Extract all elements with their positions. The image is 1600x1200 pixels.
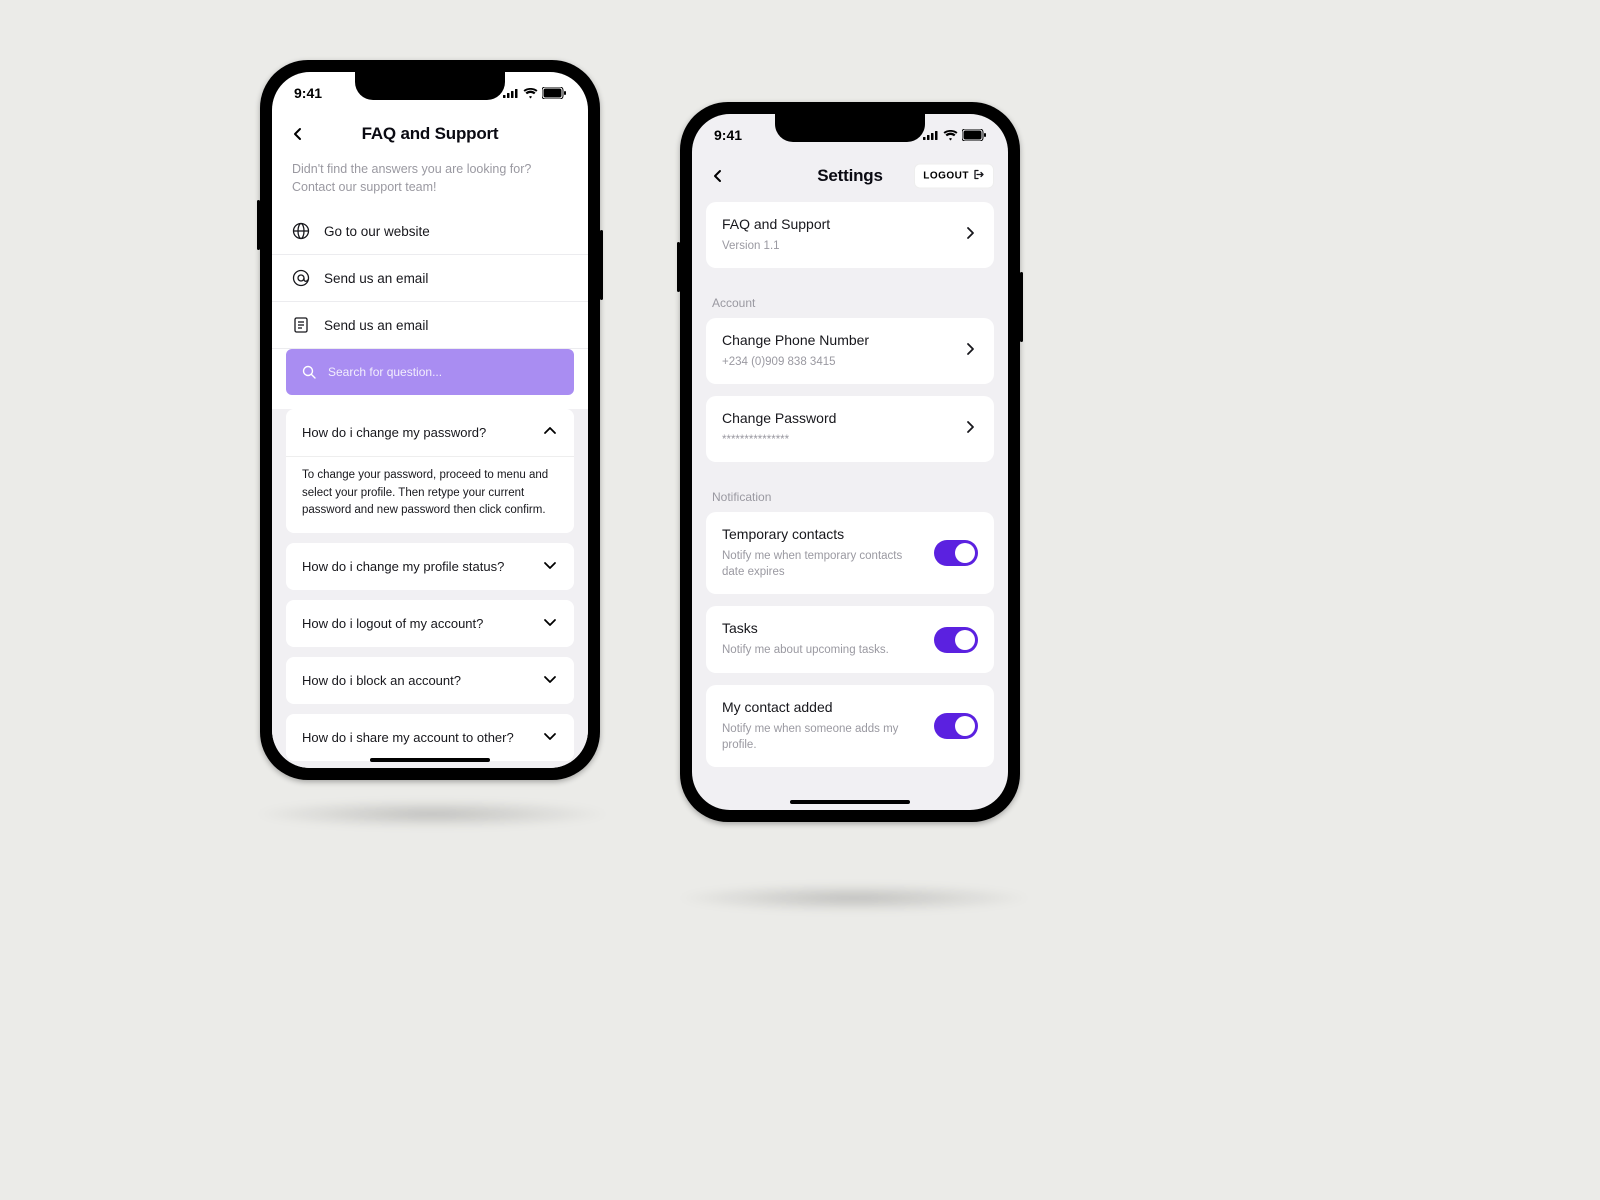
faq-search-input[interactable]: [328, 365, 560, 379]
globe-icon: [292, 222, 310, 240]
phone-frame-settings: 9:41 Settings LOGOUT FAQ and Support: [680, 102, 1020, 822]
logout-icon: [973, 169, 985, 184]
link-label: Send us an email: [324, 318, 428, 333]
wifi-icon: [523, 88, 538, 99]
page-title: FAQ and Support: [362, 124, 499, 144]
at-icon: [292, 269, 310, 287]
faq-question-toggle[interactable]: How do i change my profile status?: [286, 543, 574, 590]
back-button[interactable]: [706, 164, 730, 188]
signal-icon: [503, 88, 519, 98]
screen-settings: 9:41 Settings LOGOUT FAQ and Support: [692, 114, 1008, 810]
back-button[interactable]: [286, 122, 310, 146]
link-website[interactable]: Go to our website: [272, 208, 588, 255]
status-time: 9:41: [294, 85, 322, 101]
card-subtitle: ***************: [722, 432, 950, 448]
document-icon: [292, 316, 310, 334]
faq-question-toggle[interactable]: How do i share my account to other?: [286, 714, 574, 761]
faq-item-open: How do i change my password? To change y…: [286, 409, 574, 533]
toggle-switch[interactable]: [934, 540, 978, 566]
card-title: Temporary contacts: [722, 526, 922, 542]
status-icons: [503, 87, 566, 99]
toggle-tasks: Tasks Notify me about upcoming tasks.: [706, 606, 994, 672]
titlebar-settings: Settings LOGOUT: [692, 156, 1008, 196]
wifi-icon: [943, 130, 958, 141]
battery-icon: [962, 129, 986, 141]
screen-faq: 9:41 FAQ and Support Didn't find the ans…: [272, 72, 588, 768]
settings-item-password[interactable]: Change Password ***************: [706, 396, 994, 462]
phone-frame-faq: 9:41 FAQ and Support Didn't find the ans…: [260, 60, 600, 780]
faq-list: How do i change my password? To change y…: [272, 409, 588, 768]
faq-question: How do i share my account to other?: [302, 730, 514, 745]
home-indicator[interactable]: [790, 800, 910, 804]
faq-item: How do i logout of my account?: [286, 600, 574, 647]
faq-question: How do i logout of my account?: [302, 616, 483, 631]
card-subtitle: +234 (0)909 838 3415: [722, 354, 950, 370]
chevron-down-icon: [542, 671, 558, 690]
chevron-down-icon: [542, 728, 558, 747]
card-subtitle: Notify me about upcoming tasks.: [722, 642, 922, 658]
chevron-up-icon: [542, 423, 558, 442]
section-label-notification: Notification: [692, 474, 1008, 512]
logout-button[interactable]: LOGOUT: [914, 164, 994, 189]
logout-label: LOGOUT: [923, 171, 969, 182]
toggle-switch[interactable]: [934, 627, 978, 653]
signal-icon: [923, 130, 939, 140]
link-form[interactable]: Send us an email: [272, 302, 588, 349]
card-title: Change Phone Number: [722, 332, 950, 348]
chevron-down-icon: [542, 557, 558, 576]
card-subtitle: Notify me when temporary contacts date e…: [722, 548, 922, 580]
card-subtitle: Version 1.1: [722, 238, 950, 254]
faq-question: How do i change my profile status?: [302, 559, 504, 574]
chevron-right-icon: [962, 225, 978, 246]
phone-shadow: [252, 800, 612, 828]
chevron-right-icon: [962, 419, 978, 440]
faq-question-toggle[interactable]: How do i block an account?: [286, 657, 574, 704]
card-title: FAQ and Support: [722, 216, 950, 232]
home-indicator[interactable]: [370, 758, 490, 762]
chevron-right-icon: [962, 341, 978, 362]
card-title: Tasks: [722, 620, 922, 636]
faq-answer: To change your password, proceed to menu…: [286, 456, 574, 533]
status-time: 9:41: [714, 127, 742, 143]
titlebar-faq: FAQ and Support: [272, 114, 588, 154]
link-label: Go to our website: [324, 224, 430, 239]
card-title: My contact added: [722, 699, 922, 715]
settings-item-faq[interactable]: FAQ and Support Version 1.1: [706, 202, 994, 268]
faq-question: How do i change my password?: [302, 425, 486, 440]
toggle-temporary-contacts: Temporary contacts Notify me when tempor…: [706, 512, 994, 594]
chevron-down-icon: [542, 614, 558, 633]
faq-search[interactable]: [286, 349, 574, 395]
search-icon: [300, 363, 318, 381]
faq-question: How do i block an account?: [302, 673, 461, 688]
phone-shadow: [674, 884, 1034, 912]
notch: [775, 114, 925, 142]
link-email[interactable]: Send us an email: [272, 255, 588, 302]
status-icons: [923, 129, 986, 141]
card-subtitle: Notify me when someone adds my profile.: [722, 721, 922, 753]
faq-item: How do i change my profile status?: [286, 543, 574, 590]
faq-item: How do i share my account to other?: [286, 714, 574, 761]
faq-item: How do i block an account?: [286, 657, 574, 704]
toggle-switch[interactable]: [934, 713, 978, 739]
faq-subtext: Didn't find the answers you are looking …: [272, 154, 588, 208]
faq-question-toggle[interactable]: How do i logout of my account?: [286, 600, 574, 647]
page-title: Settings: [817, 166, 882, 186]
faq-question-toggle[interactable]: How do i change my password?: [286, 409, 574, 456]
card-title: Change Password: [722, 410, 950, 426]
settings-item-phone[interactable]: Change Phone Number +234 (0)909 838 3415: [706, 318, 994, 384]
link-label: Send us an email: [324, 271, 428, 286]
notch: [355, 72, 505, 100]
battery-icon: [542, 87, 566, 99]
toggle-contact-added: My contact added Notify me when someone …: [706, 685, 994, 767]
section-label-account: Account: [692, 280, 1008, 318]
